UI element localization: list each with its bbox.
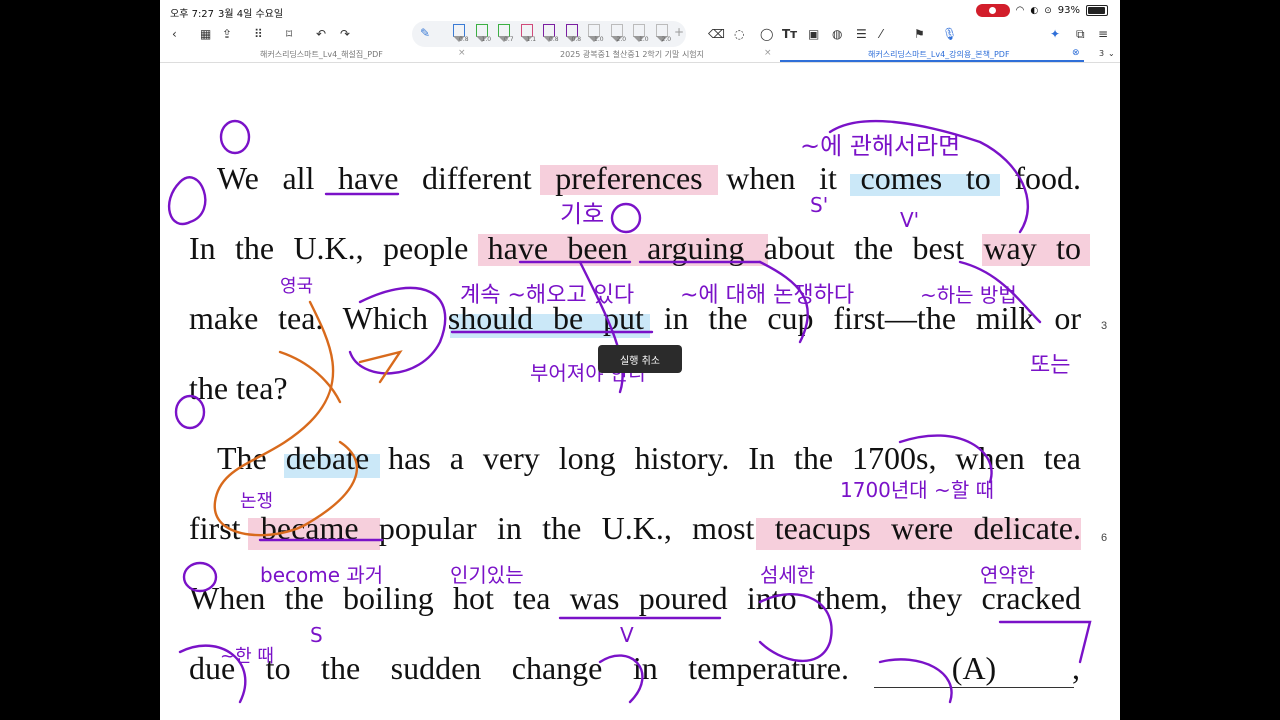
wifi-icon: ◠ [1015,5,1025,16]
pen-slot-2[interactable]: 1.0 [469,24,493,46]
note-delicate: 연약한 [980,563,1035,587]
sticker-icon[interactable]: ◍ [832,25,842,43]
pen-slot-3[interactable]: 0.7 [491,24,515,46]
note-became-past: become 과거 [260,563,383,587]
note-argue-about: ~에 대해 논쟁하다 [680,283,854,308]
pen-slot-1[interactable]: 0.8 [446,24,470,46]
note-symbol: 기호 [560,200,604,228]
note-icon[interactable]: ☰ [856,25,867,43]
circle-3 [182,561,218,593]
pen-tools-group: ✎ 0.8 1.0 0.7 1.1 0.8 0.8 1.0 2.0 1.0 2.0 + [412,21,686,47]
tab-3-close-icon[interactable]: ⊗ [1072,48,1080,58]
pen-size-label: 0.7 [504,36,514,43]
note-when-it-comes: ~에 관해서라면 [800,132,960,160]
battery-percent: 93% [1057,5,1080,16]
battery-fill [1088,7,1105,14]
note-when: ~한 때 [220,646,274,667]
circle-2 [174,394,206,430]
status-right-group: ◠ ◐ ⊙ 93% [975,4,1108,17]
note-popular: 인기있는 [450,563,524,587]
pen-size-label: 1.0 [481,36,492,43]
eraser-icon[interactable]: ⌫ [708,25,725,43]
pen-size-label: 0.8 [459,36,469,43]
back-icon[interactable]: ‹ [172,25,177,43]
note-s: S [310,623,323,647]
image-icon[interactable]: ▣ [808,25,819,43]
pen-size-label: 0.8 [549,36,559,43]
loop-1700s [898,434,993,484]
document-tabs: 해커스리딩스마트_Lv4_해설집_PDF × 2025 광복중1 철산중1 2학… [160,46,1120,63]
status-time: 오후 7:27 [170,9,215,20]
circle-1 [219,119,251,155]
laser-pointer-icon[interactable]: ⁄ [880,25,882,43]
export-icon[interactable]: ⇪ [222,25,232,43]
add-pen-icon[interactable]: + [674,23,684,41]
handwriting-overlay: ~에 관해서라면 기호 S' V' 계속 ~해오고 있다 ~에 대해 논쟁하다 … [167,119,1092,704]
undo-icon[interactable]: ↶ [316,25,326,43]
loop-in [598,654,644,704]
pen-size-label: 2.0 [616,36,627,43]
pen-slot-6[interactable]: 0.8 [559,24,583,46]
note-debate: 논쟁 [240,491,273,512]
pen-slot-7[interactable]: 1.0 [581,24,605,46]
screen-recording-icon[interactable] [975,4,1010,17]
text-tool-icon[interactable]: Tт [782,25,797,43]
status-date: 3월 4일 수요일 [218,9,284,20]
note-teacups: 섬세한 [760,563,815,587]
status-bar: 오후 7:27 3월 4일 수요일 ◠ ◐ ⊙ 93% [160,0,1120,22]
note-1700s: 1700년대 ~할 때 [840,478,994,502]
redo-icon[interactable]: ↷ [340,25,350,43]
note-way: ~하는 방법 [920,283,1017,307]
pen-slot-9[interactable]: 1.0 [626,24,650,46]
ai-sparkle-icon[interactable]: ✦ [1050,25,1060,43]
top-toolbar: ‹ ▦ ⇪ ⠿ ⌑ ↶ ↷ ✎ 0.8 1.0 0.7 1.1 0.8 0.8 1.0 2.0… [160,20,1120,48]
note-have-been: 계속 ~해오고 있다 [460,283,634,308]
loop-left-1 [167,176,207,226]
orientation-lock-icon: ⊙ [1044,5,1052,16]
pen-slot-10[interactable]: 2.0 [649,24,673,46]
undo-toast[interactable]: 실행 취소 [598,345,682,373]
pen-size-label: 1.0 [594,36,604,43]
pdf-app-screen: 오후 7:27 3월 4일 수요일 ◠ ◐ ⊙ 93% ‹ ▦ ⇪ ⠿ ⌑ ↶ … [160,0,1120,720]
circle-o [610,202,642,234]
pen-size-label: 1.0 [639,36,649,43]
note-s-prime: S' [810,193,828,217]
orange-arrowhead [358,350,403,384]
tab-1-close-icon[interactable]: × [458,48,466,58]
pdf-page[interactable]: We all have different preferences when i… [160,62,1120,720]
pencil-tool-icon[interactable]: ✎ [420,24,430,42]
battery-icon [1086,5,1108,16]
headphones-icon: ◐ [1030,5,1039,16]
tab-1[interactable]: 해커스리딩스마트_Lv4_해설집_PDF [260,49,383,60]
pen-size-label: 0.8 [571,36,582,43]
loop-temperature [878,658,953,704]
note-or: 또는 [1030,353,1070,378]
lasso-icon[interactable]: ◌ [734,25,744,43]
share-icon[interactable]: ⧉ [1076,25,1085,43]
pen-slot-5[interactable]: 0.8 [536,24,560,46]
microphone-icon[interactable]: 🎙 [942,25,957,43]
chevron-down-icon[interactable]: ⌄ [1108,49,1115,58]
pen-slot-8[interactable]: 2.0 [604,24,628,46]
flag-icon[interactable]: ⚑ [914,25,925,43]
tab-count[interactable]: 3 [1099,49,1104,58]
app-grid-icon[interactable]: ⠿ [254,25,263,43]
grid-view-icon[interactable]: ▦ [200,25,211,43]
tab-2-close-icon[interactable]: × [764,48,772,58]
pen-size-label: 2.0 [661,36,672,43]
note-v-prime: V' [900,208,919,232]
loop-poured [758,592,833,663]
pen-slot-4[interactable]: 1.1 [514,24,538,46]
comment-icon[interactable]: ◯ [760,25,773,43]
pen-size-label: 1.1 [526,36,537,43]
more-menu-icon[interactable]: ≡ [1098,25,1108,43]
note-v: V [620,623,634,647]
orange-arrow-loop [213,300,358,537]
arrow-cracked [998,620,1092,664]
tab-3[interactable]: 해커스리딩스마트_Lv4_강의용_본책_PDF [868,49,1010,60]
note-uk: 영국 [280,276,313,297]
tab-2[interactable]: 2025 광복중1 철산중1 2학기 기말 시험지 [560,49,704,60]
bookmark-icon[interactable]: ⌑ [286,25,292,43]
